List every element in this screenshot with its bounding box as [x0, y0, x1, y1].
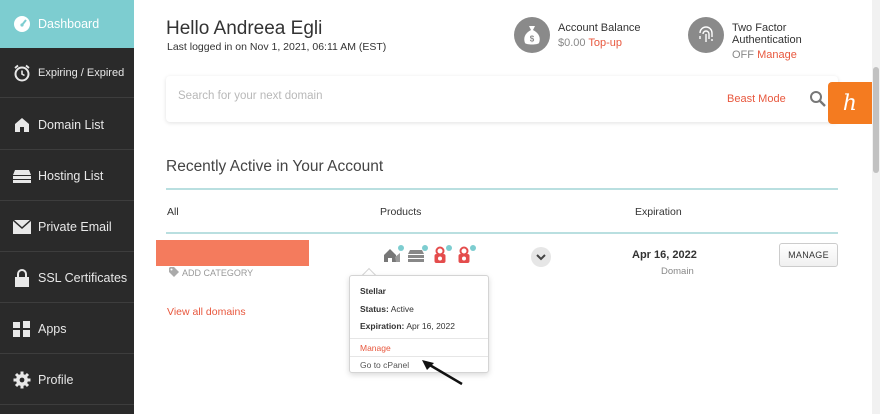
two-factor-manage-link[interactable]: Manage — [757, 49, 797, 61]
scrollbar-track[interactable] — [872, 0, 880, 414]
expiration-date: Apr 16, 2022 — [632, 249, 697, 261]
add-category-label: ADD CATEGORY — [182, 268, 254, 278]
column-header-products: Products — [380, 206, 422, 218]
popup-expiration-value: Apr 16, 2022 — [406, 321, 455, 331]
sidebar-item-expiring[interactable]: Expiring / Expired — [0, 48, 134, 98]
popup-manage-link[interactable]: Manage — [350, 338, 488, 356]
popup-status: Status: Active — [360, 304, 414, 314]
sidebar-item-apps[interactable]: Apps — [0, 304, 134, 354]
sidebar: Dashboard Expiring / Expired Domain List… — [0, 0, 134, 414]
column-header-expiration: Expiration — [635, 206, 682, 218]
popup-status-value: Active — [390, 304, 414, 314]
sidebar-item-label: Expiring / Expired — [38, 66, 125, 79]
chevron-down-icon — [536, 248, 546, 266]
beast-mode-link[interactable]: Beast Mode — [727, 93, 786, 105]
column-header-all[interactable]: All — [167, 206, 179, 218]
sidebar-item-private-email[interactable]: Private Email — [0, 202, 134, 252]
money-bag-icon: $ — [514, 17, 550, 53]
fingerprint-icon — [688, 17, 724, 53]
sidebar-item-hosting-list[interactable]: Hosting List — [0, 151, 134, 201]
product-icons — [383, 245, 476, 264]
gear-icon — [12, 371, 32, 389]
sidebar-item-label: Profile — [38, 372, 74, 387]
pointer-arrow-icon — [422, 360, 463, 386]
balance-amount: $0.00 — [558, 37, 586, 49]
sidebar-item-label: Dashboard — [38, 17, 100, 31]
speedometer-icon — [12, 15, 32, 33]
popup-title: Stellar — [360, 286, 386, 296]
add-category-link[interactable]: ADD CATEGORY — [169, 267, 253, 279]
hosting-icon[interactable] — [383, 245, 404, 264]
manage-button[interactable]: MANAGE — [779, 243, 838, 267]
ssl-icon[interactable] — [455, 245, 476, 264]
sidebar-item-label: Private Email — [38, 219, 112, 234]
two-factor-status: OFF Manage — [732, 49, 797, 61]
domain-search-input[interactable] — [178, 90, 658, 102]
sidebar-item-ssl-certificates[interactable]: SSL Certificates — [0, 253, 134, 303]
tag-icon — [169, 267, 179, 279]
dashboard-page: Dashboard Expiring / Expired Domain List… — [0, 0, 880, 414]
greeting-title: Hello Andreea Egli — [166, 18, 323, 39]
sidebar-item-profile[interactable]: Profile — [0, 355, 134, 405]
popup-status-label: Status: — [360, 304, 389, 314]
sidebar-item-domain-list[interactable]: Domain List — [0, 100, 134, 150]
domain-search-bar: Beast Mode — [166, 76, 838, 122]
envelope-icon — [12, 218, 32, 236]
two-factor-state: OFF — [732, 49, 754, 61]
section-divider — [166, 188, 838, 190]
sidebar-item-label: Domain List — [38, 117, 104, 132]
server-icon — [12, 167, 32, 185]
help-widget-icon: ℎ — [842, 90, 858, 116]
scrollbar-thumb[interactable] — [873, 67, 879, 173]
sidebar-item-dashboard[interactable]: Dashboard — [0, 0, 134, 48]
domain-name-redacted[interactable] — [156, 240, 309, 266]
house-icon — [12, 116, 32, 134]
expand-row-button[interactable] — [531, 247, 551, 267]
table-header-divider — [166, 232, 838, 234]
ssl-icon[interactable] — [431, 245, 452, 264]
popup-expiration: Expiration: Apr 16, 2022 — [360, 321, 455, 331]
popup-expiration-label: Expiration: — [360, 321, 405, 331]
account-balance-title: Account Balance — [558, 22, 641, 34]
sidebar-item-label: SSL Certificates — [38, 270, 128, 285]
sidebar-item-label: Apps — [38, 321, 67, 336]
sidebar-item-label: Hosting List — [38, 168, 104, 183]
apps-icon — [12, 320, 32, 338]
expiration-type: Domain — [661, 266, 694, 277]
help-widget-button[interactable]: ℎ — [828, 82, 872, 124]
alarm-clock-icon — [12, 64, 32, 82]
svg-text:$: $ — [530, 35, 535, 44]
server-icon[interactable] — [407, 245, 428, 264]
view-all-domains-link[interactable]: View all domains — [167, 306, 246, 318]
search-icon[interactable] — [809, 90, 827, 108]
last-login-text: Last logged in on Nov 1, 2021, 06:11 AM … — [167, 41, 387, 53]
account-balance-value: $0.00 Top-up — [558, 37, 622, 49]
two-factor-title: Two Factor Authentication — [732, 22, 802, 46]
lock-icon — [12, 268, 32, 287]
topup-link[interactable]: Top-up — [588, 37, 622, 49]
recently-active-title: Recently Active in Your Account — [166, 158, 384, 175]
